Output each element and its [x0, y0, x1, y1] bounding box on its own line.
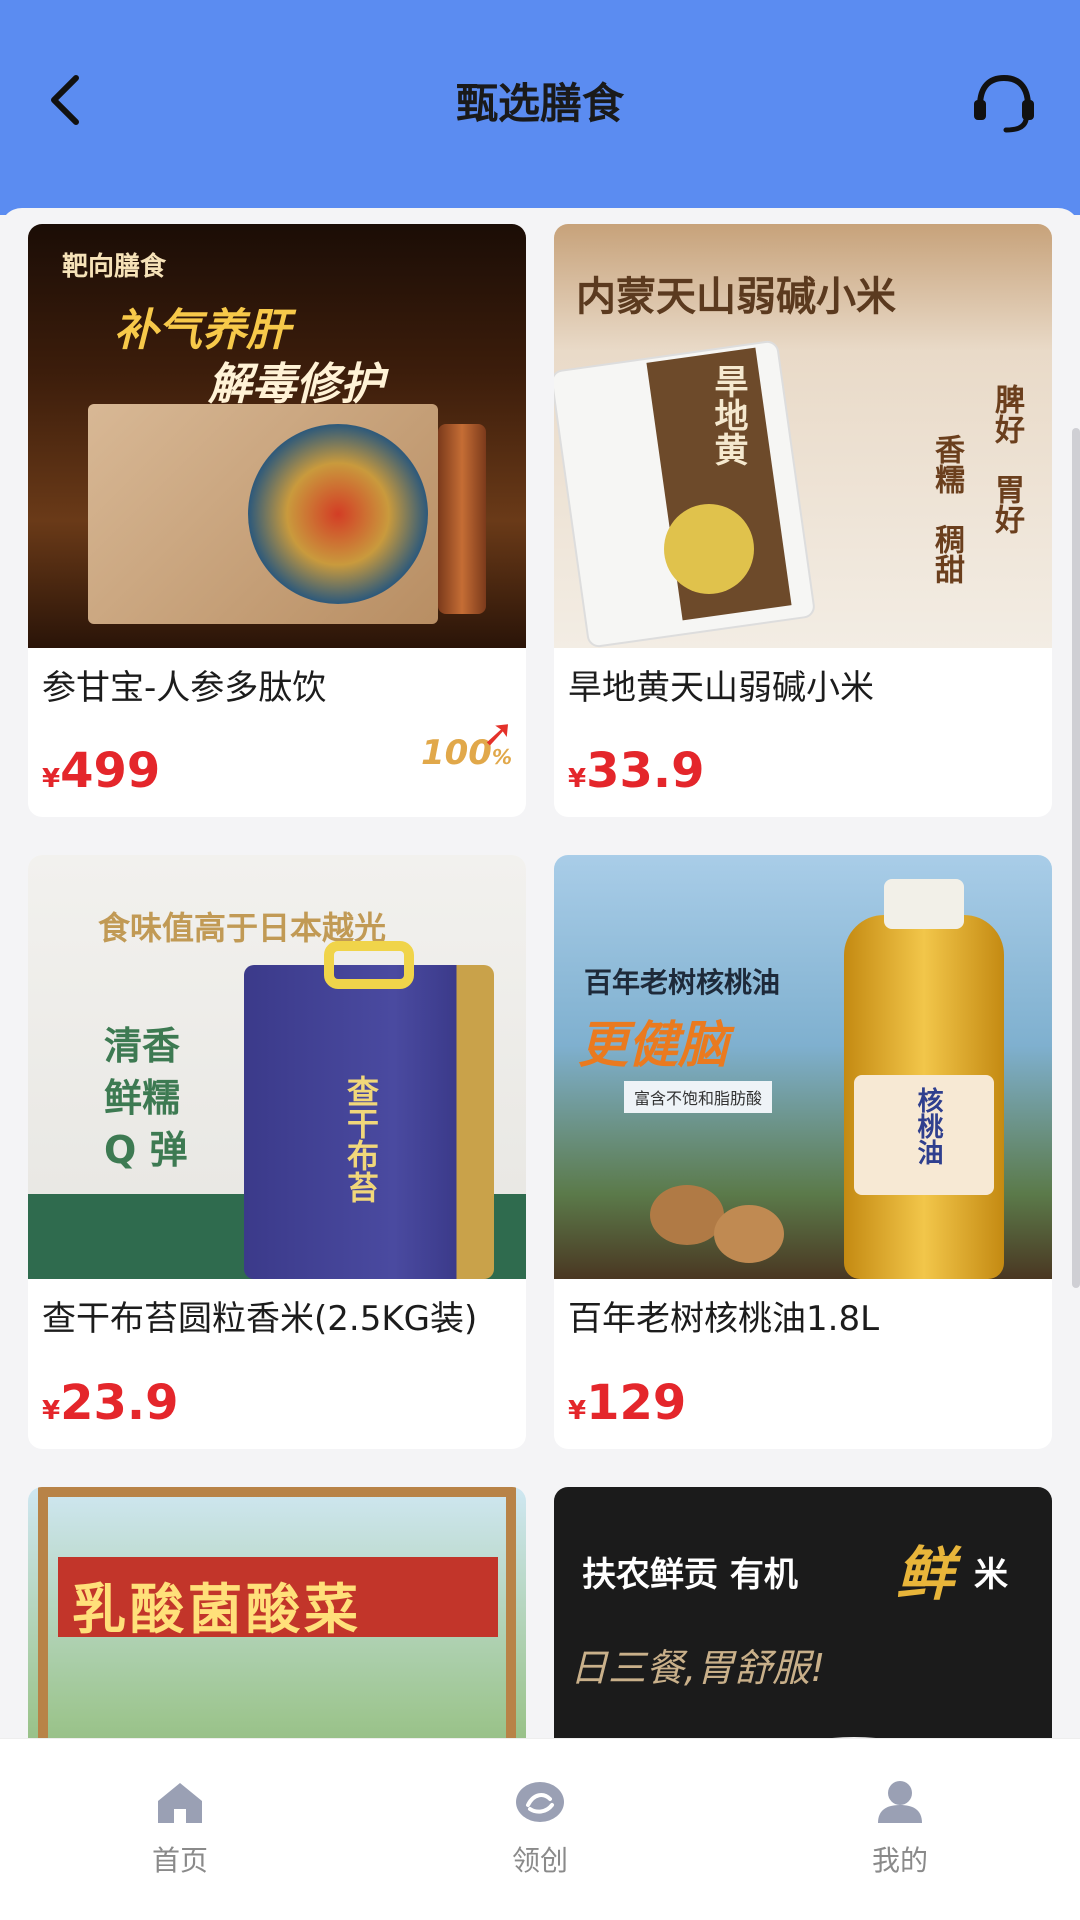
- price-row: ¥499 100% ➚: [28, 711, 526, 817]
- currency-symbol: ¥: [568, 764, 587, 795]
- currency-symbol: ¥: [42, 764, 61, 795]
- rice-bag-handle: [324, 941, 414, 990]
- image-caption: 内蒙天山弱碱小米: [576, 274, 896, 320]
- image-caption: 核桃油: [913, 1087, 943, 1166]
- product-price: 499: [60, 743, 161, 800]
- up-arrow-icon: ➚: [482, 711, 514, 756]
- product-image[interactable]: 乳酸菌酸菜: [28, 1486, 526, 1738]
- image-caption: 香糯: [929, 434, 964, 494]
- product-name: 旱地黄天山弱碱小米: [568, 668, 874, 708]
- page-title: 甄选膳食: [455, 79, 624, 128]
- currency-symbol: ¥: [42, 1395, 61, 1426]
- image-caption: 富含不饱和脂肪酸: [624, 1081, 773, 1114]
- image-caption: 日三餐,胃舒服!: [570, 1645, 826, 1690]
- product-image[interactable]: 扶农鲜贡 有机 鲜 米 日三餐,胃舒服!: [554, 1486, 1052, 1738]
- image-caption: 百年老树核桃油: [584, 966, 781, 1000]
- home-icon: [158, 1783, 202, 1823]
- image-caption: 扶农鲜贡 有机: [582, 1554, 798, 1595]
- image-caption: 更健脑: [578, 1016, 728, 1075]
- lingchuang-icon: [516, 1782, 564, 1822]
- product-card[interactable]: 食味值高于日本越光 清香 鲜糯 Q 弹 查干布苔 查干布苔圆粒香米(2.5KG装…: [28, 855, 526, 1449]
- tab-profile[interactable]: 我的: [800, 1779, 1000, 1879]
- tab-home[interactable]: 首页: [80, 1779, 280, 1879]
- product-image[interactable]: 靶向膳食 补气养肝 解毒修护: [28, 224, 526, 648]
- currency-symbol: ¥: [568, 1395, 587, 1426]
- badge-100-icon: 100% ➚: [421, 711, 514, 773]
- product-box-emblem: [248, 424, 428, 604]
- product-name: 参甘宝-人参多肽饮: [42, 668, 327, 708]
- product-card[interactable]: 扶农鲜贡 有机 鲜 米 日三餐,胃舒服!: [554, 1486, 1052, 1738]
- product-price: 23.9: [60, 1374, 179, 1431]
- product-price: 129: [586, 1374, 687, 1431]
- image-caption: Q 弹: [104, 1128, 188, 1173]
- product-bottle: [438, 424, 486, 614]
- image-caption: 旱地黄: [708, 364, 748, 466]
- oil-bottle-cap: [884, 879, 964, 930]
- product-column-right: 内蒙天山弱碱小米 旱地黄 脾好 胃好 香糯 稠甜 旱地黄天山弱碱小米 ¥33.9…: [554, 224, 1052, 1738]
- walnut: [650, 1185, 724, 1246]
- bottom-tab-bar: 首页 领创 我的: [0, 1738, 1080, 1920]
- product-card[interactable]: 乳酸菌酸菜: [28, 1486, 526, 1738]
- product-name: 百年老树核桃油1.8L: [568, 1299, 880, 1340]
- image-caption: 靶向膳食: [62, 252, 167, 282]
- price-row: ¥33.9: [554, 713, 1052, 817]
- product-grid[interactable]: 靶向膳食 补气养肝 解毒修护 参甘宝-人参多肽饮 ¥499 100% ➚ 食味值…: [0, 208, 1080, 1738]
- product-card[interactable]: 靶向膳食 补气养肝 解毒修护 参甘宝-人参多肽饮 ¥499 100% ➚: [28, 224, 526, 818]
- image-caption: 脾好: [989, 384, 1024, 444]
- product-card[interactable]: 百年老树核桃油 更健脑 富含不饱和脂肪酸 核桃油 百年老树核桃油1.8L ¥12…: [554, 855, 1052, 1449]
- profile-icon: [878, 1781, 922, 1823]
- image-caption: 乳酸菌酸菜: [72, 1577, 362, 1641]
- tab-label: 首页: [151, 1844, 208, 1877]
- image-caption: 胃好: [989, 474, 1024, 534]
- product-column-left: 靶向膳食 补气养肝 解毒修护 参甘宝-人参多肽饮 ¥499 100% ➚ 食味值…: [28, 224, 526, 1738]
- product-image[interactable]: 内蒙天山弱碱小米 旱地黄 脾好 胃好 香糯 稠甜: [554, 224, 1052, 648]
- image-caption: 鲜糯: [104, 1076, 181, 1121]
- product-image[interactable]: 食味值高于日本越光 清香 鲜糯 Q 弹 查干布苔: [28, 855, 526, 1280]
- image-caption: 米: [974, 1554, 1008, 1595]
- image-caption: 稠甜: [929, 524, 964, 584]
- walnut: [714, 1205, 784, 1264]
- header-bar: 甄选膳食: [0, 0, 1080, 215]
- price-row: ¥129: [554, 1345, 1052, 1449]
- product-image[interactable]: 百年老树核桃油 更健脑 富含不饱和脂肪酸 核桃油: [554, 855, 1052, 1280]
- customer-service-icon: [974, 74, 1034, 133]
- image-caption: 清香: [104, 1024, 181, 1069]
- image-caption: 查干布苔: [342, 1075, 380, 1204]
- millet-circle: [664, 504, 754, 594]
- price-row: ¥23.9: [28, 1345, 526, 1449]
- image-caption: 解毒修护: [208, 359, 384, 410]
- scrollbar[interactable]: [1072, 428, 1080, 1288]
- product-card[interactable]: 内蒙天山弱碱小米 旱地黄 脾好 胃好 香糯 稠甜 旱地黄天山弱碱小米 ¥33.9: [554, 224, 1052, 818]
- product-name: 查干布苔圆粒香米(2.5KG装): [42, 1299, 478, 1340]
- customer-service-button[interactable]: [968, 72, 1040, 134]
- tab-label: 领创: [511, 1844, 568, 1877]
- tab-label: 我的: [871, 1844, 928, 1877]
- image-caption: 鲜: [896, 1539, 955, 1608]
- product-price: 33.9: [586, 743, 705, 800]
- tab-lingchuang[interactable]: 领创: [440, 1779, 640, 1879]
